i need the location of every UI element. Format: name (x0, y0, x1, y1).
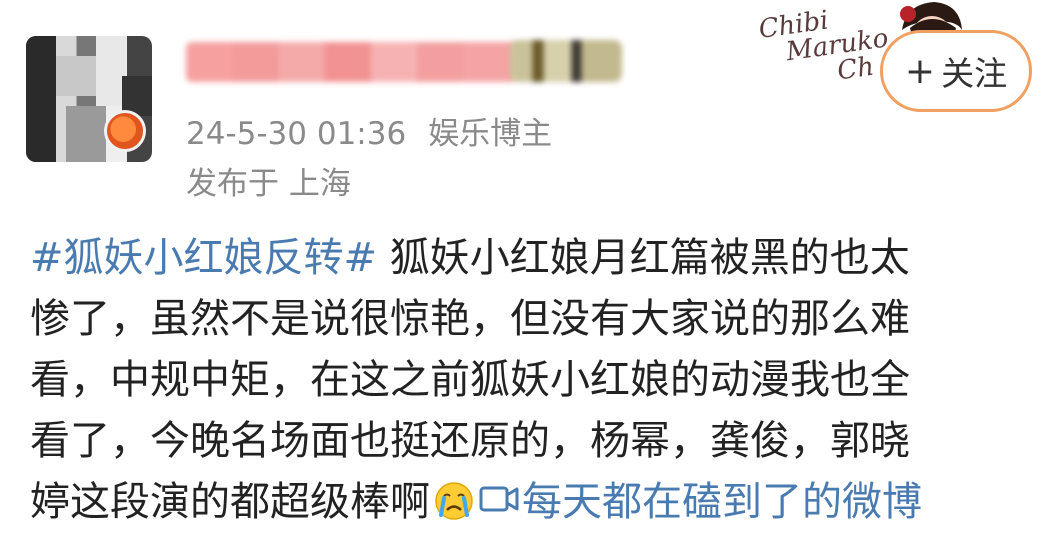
post-line: 看了，今晚名场面也挺还原的，杨幂，龚俊，郭晓 (30, 418, 910, 464)
follow-button[interactable]: + 关注 (880, 30, 1032, 112)
video-link-text: 每天都在磕到了的微博 (522, 479, 922, 525)
verified-badge (104, 110, 146, 152)
user-avatar[interactable] (26, 36, 152, 162)
user-category: 娱乐博主 (428, 116, 553, 152)
hashtag-link[interactable]: #狐妖小红娘反转# (30, 235, 377, 281)
avatar-pixel-block (56, 56, 96, 96)
decoration-text: Chibi Maruko Ch (757, 0, 893, 94)
post-line: 惨了，虽然不是说很惊艳，但没有大家说的那么难 (30, 296, 910, 342)
post-timestamp: 24-5-30 01:36 (186, 116, 407, 152)
video-camera-icon (479, 486, 519, 512)
post-line: 婷这段演的都超级棒啊 每天都在磕到了的微博 (30, 472, 1030, 533)
post-line: 看，中规中矩，在这之前狐妖小红娘的动漫我也全 (30, 357, 910, 403)
post-text: 狐妖小红娘月红篇被黑的也太 (377, 235, 910, 281)
post-text: 婷这段演的都超级棒啊 (30, 479, 430, 525)
post-location: 发布于 上海 (186, 166, 351, 202)
post-line: #狐妖小红娘反转# 狐妖小红娘月红篇被黑的也太 (30, 228, 1030, 289)
avatar-pixel-block (26, 36, 56, 162)
blurred-name-emoji (510, 40, 622, 82)
blurred-username[interactable] (186, 42, 516, 82)
avatar-pixel-block (66, 106, 106, 162)
video-link[interactable]: 每天都在磕到了的微博 (478, 479, 922, 525)
follow-label: 关注 (941, 54, 1008, 93)
post-body: #狐妖小红娘反转# 狐妖小红娘月红篇被黑的也太 惨了，虽然不是说很惊艳，但没有大… (30, 228, 1030, 533)
plus-icon: + (904, 50, 936, 92)
post-meta: 24-5-30 01:36 娱乐博主 (186, 108, 552, 153)
crying-face-icon (435, 482, 473, 520)
